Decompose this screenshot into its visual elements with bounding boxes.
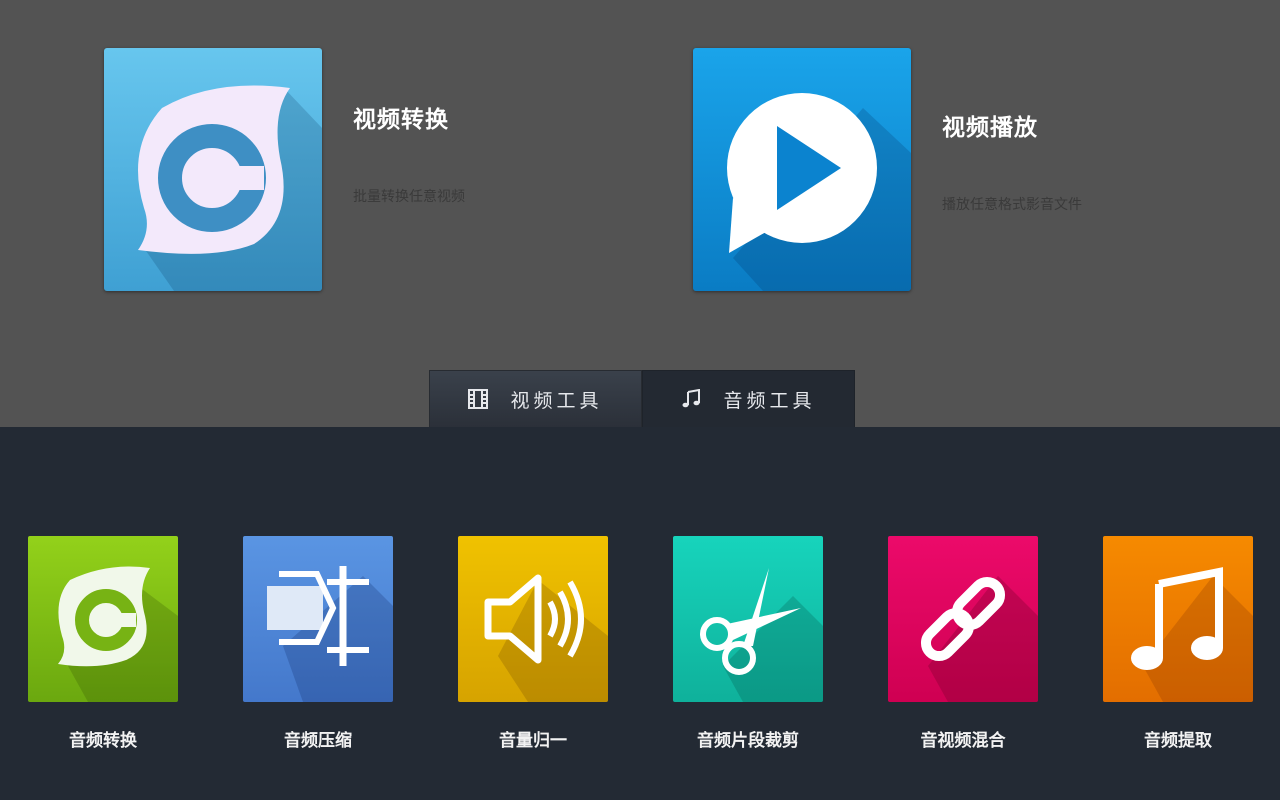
tool-label: 音视频混合 xyxy=(920,731,1006,751)
video-convert-text: 视频转换 批量转换任意视频 xyxy=(353,100,465,206)
tool-tile[interactable] xyxy=(243,536,393,702)
film-icon xyxy=(468,389,489,409)
tab-video-tools[interactable]: 视频工具 xyxy=(429,370,642,427)
video-play-tile[interactable] xyxy=(693,48,911,291)
video-convert-tile[interactable] xyxy=(104,48,322,291)
scissors-icon xyxy=(700,568,823,702)
tool-tile[interactable] xyxy=(28,536,178,702)
link-icon xyxy=(920,576,1038,702)
convert-icon xyxy=(138,85,290,254)
tool-label: 音频压缩 xyxy=(284,731,352,751)
tab-label: 音频工具 xyxy=(723,389,816,412)
video-play-feature[interactable] xyxy=(693,48,911,291)
tab-audio-tools[interactable]: 音频工具 xyxy=(642,370,855,427)
tab-label: 视频工具 xyxy=(510,389,603,412)
tool-tile[interactable] xyxy=(1103,536,1253,702)
tool-audio-compress[interactable]: 音频压缩 xyxy=(243,536,393,751)
tool-tabs: 视频工具 音频工具 xyxy=(429,370,855,427)
tool-label: 音量归一 xyxy=(499,731,567,751)
tool-av-mix[interactable]: 音视频混合 xyxy=(888,536,1038,751)
music-note-icon xyxy=(681,389,701,409)
tool-audio-convert[interactable]: 音频转换 xyxy=(28,536,178,751)
feature-description: 播放任意格式影音文件 xyxy=(942,197,1082,213)
play-icon xyxy=(727,93,877,253)
music-note-icon xyxy=(1131,567,1253,702)
tool-label: 音频片段裁剪 xyxy=(697,731,799,751)
speaker-icon xyxy=(484,574,608,702)
video-convert-feature[interactable] xyxy=(104,48,322,291)
compress-icon xyxy=(267,566,393,702)
tool-audio-extract[interactable]: 音频提取 xyxy=(1103,536,1253,751)
tool-volume-normalize[interactable]: 音量归一 xyxy=(458,536,608,751)
tool-tile[interactable] xyxy=(888,536,1038,702)
convert-icon xyxy=(58,566,178,702)
feature-title: 视频播放 xyxy=(942,115,1038,141)
video-play-text: 视频播放 播放任意格式影音文件 xyxy=(942,108,1082,214)
tool-label: 音频转换 xyxy=(69,731,137,751)
tool-tile[interactable] xyxy=(673,536,823,702)
tool-audio-trim[interactable]: 音频片段裁剪 xyxy=(673,536,823,751)
tool-label: 音频提取 xyxy=(1144,731,1212,751)
feature-description: 批量转换任意视频 xyxy=(353,189,465,205)
feature-title: 视频转换 xyxy=(353,107,449,133)
tool-tile[interactable] xyxy=(458,536,608,702)
tools-panel xyxy=(0,427,1280,800)
